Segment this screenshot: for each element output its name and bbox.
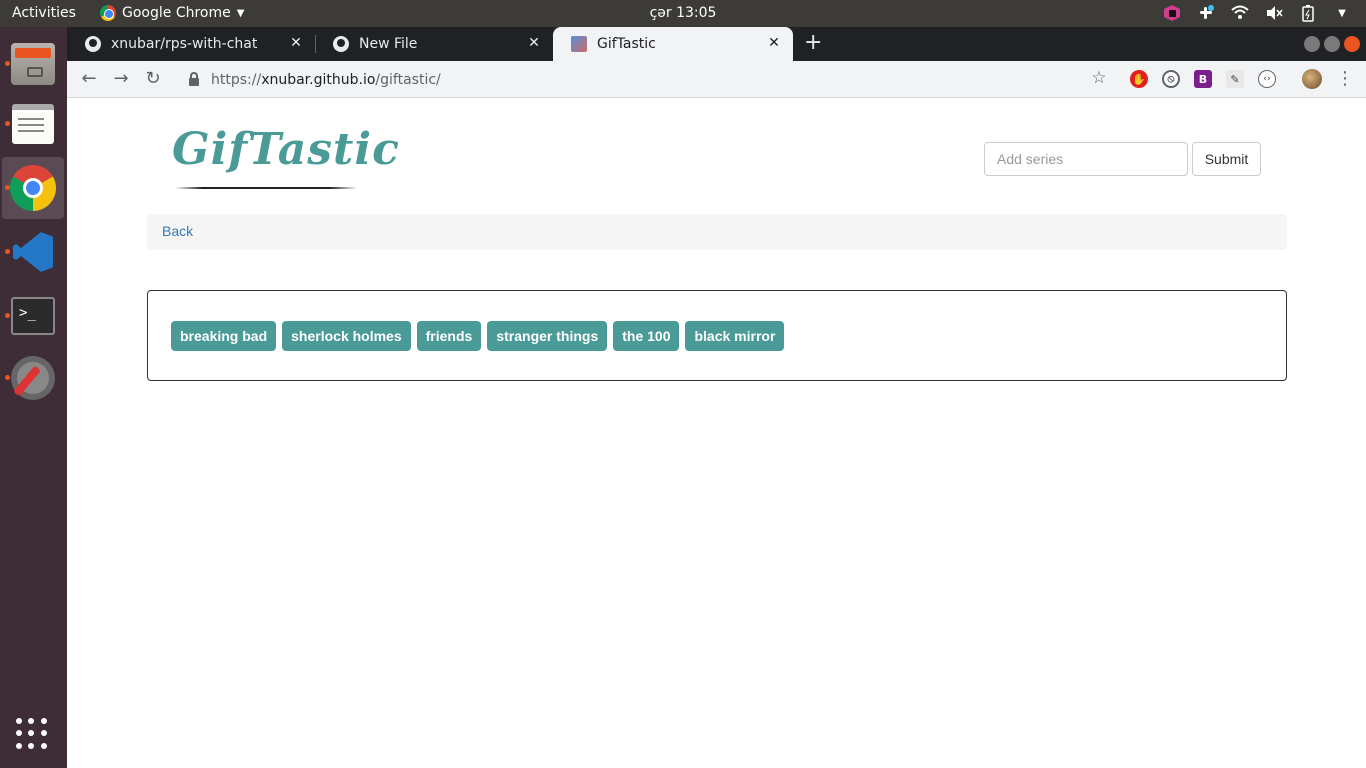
close-tab-icon[interactable]: ✕ [765, 35, 783, 51]
tab-new-file[interactable]: New File ✕ [315, 27, 553, 61]
dock-chrome[interactable] [2, 157, 64, 219]
site-logo: GifTastic [172, 124, 400, 175]
tab-giftastic[interactable]: GifTastic ✕ [553, 27, 793, 61]
app-menu-label: Google Chrome [122, 5, 231, 21]
system-top-bar: Activities Google Chrome ▼ çər 13:05 ▼ [0, 0, 1366, 27]
chrome-menu-icon[interactable]: ⋮ [1334, 68, 1356, 89]
minimize-window-button[interactable] [1304, 36, 1320, 52]
close-window-button[interactable] [1344, 36, 1360, 52]
submit-button[interactable]: Submit [1192, 142, 1261, 176]
block-extension-icon[interactable]: ⦸ [1162, 70, 1180, 88]
tab-rps-with-chat[interactable]: xnubar/rps-with-chat ✕ [67, 27, 315, 61]
add-series-input[interactable] [984, 142, 1188, 176]
tab-title: xnubar/rps-with-chat [111, 36, 258, 52]
close-tab-icon[interactable]: ✕ [287, 35, 305, 51]
terminal-icon: >_ [11, 297, 55, 335]
system-menu-chevron-icon[interactable]: ▼ [1332, 3, 1352, 23]
series-button-black-mirror[interactable]: black mirror [685, 321, 785, 351]
window-controls [1304, 36, 1360, 52]
chevron-down-icon: ▼ [236, 7, 245, 19]
github-icon [333, 36, 349, 52]
url-path: /giftastic/ [375, 71, 441, 88]
series-button-the-100[interactable]: the 100 [613, 321, 680, 351]
close-tab-icon[interactable]: ✕ [525, 35, 543, 51]
back-bar: Back [147, 214, 1287, 250]
tab-strip: xnubar/rps-with-chat ✕ New File ✕ GifTas… [67, 27, 1366, 61]
url-host: xnubar.github.io [261, 71, 376, 88]
wifi-icon[interactable] [1230, 3, 1250, 23]
series-button-friends[interactable]: friends [416, 321, 482, 351]
forward-arrow-icon[interactable]: → [110, 68, 132, 89]
system-tray: ▼ [1162, 3, 1352, 23]
back-link[interactable]: Back [162, 223, 193, 239]
browser-toolbar: ← → ↻ https:// xnubar.github.io /giftast… [67, 61, 1366, 98]
show-apps-icon[interactable] [16, 718, 48, 750]
bootstrap-extension-icon[interactable]: B [1194, 70, 1212, 88]
chrome-icon [100, 5, 116, 21]
adblock-extension-icon[interactable]: ✋ [1130, 70, 1148, 88]
series-panel: breaking bad sherlock holmes friends str… [147, 290, 1287, 381]
dock-vscode[interactable] [2, 221, 64, 283]
jetbrains-toolbox-icon[interactable] [1162, 3, 1182, 23]
tab-title: GifTastic [597, 36, 656, 52]
giftastic-favicon-icon [571, 36, 587, 52]
url-scheme: https:// [211, 71, 262, 88]
reload-icon[interactable]: ↻ [142, 68, 164, 89]
volume-muted-icon[interactable] [1264, 3, 1284, 23]
slack-icon[interactable] [1196, 3, 1216, 23]
series-button-sherlock-holmes[interactable]: sherlock holmes [282, 321, 411, 351]
chrome-icon [10, 165, 56, 211]
launcher-dock: >_ [0, 27, 67, 768]
series-button-breaking-bad[interactable]: breaking bad [171, 321, 277, 351]
address-bar[interactable]: https:// xnubar.github.io /giftastic/ [179, 64, 1113, 95]
back-arrow-icon[interactable]: ← [78, 68, 100, 89]
new-tab-button[interactable]: + [804, 30, 822, 55]
dock-files[interactable] [2, 33, 64, 95]
bookmark-star-icon[interactable]: ☆ [1088, 68, 1110, 88]
logo-underline [175, 187, 357, 189]
page-content: GifTastic Submit Back breaking bad sherl… [67, 99, 1366, 768]
lock-icon[interactable] [189, 71, 199, 86]
dock-text-editor[interactable] [2, 93, 64, 155]
series-button-list: breaking bad sherlock holmes friends str… [171, 321, 785, 351]
series-button-stranger-things[interactable]: stranger things [487, 321, 608, 351]
profile-avatar[interactable] [1302, 69, 1322, 89]
app-menu[interactable]: Google Chrome ▼ [100, 5, 244, 21]
vscode-icon [13, 232, 53, 272]
code-extension-icon[interactable]: ‹› [1258, 70, 1276, 88]
tab-title: New File [359, 36, 418, 52]
dock-terminal[interactable]: >_ [2, 285, 64, 347]
files-icon [11, 43, 55, 85]
color-picker-extension-icon[interactable]: ✎ [1226, 70, 1244, 88]
system-tools-icon [11, 356, 55, 400]
battery-icon[interactable] [1298, 3, 1318, 23]
activities-button[interactable]: Activities [12, 5, 76, 21]
dock-system-tools[interactable] [2, 347, 64, 409]
maximize-window-button[interactable] [1324, 36, 1340, 52]
github-icon [85, 36, 101, 52]
text-editor-icon [12, 104, 54, 144]
